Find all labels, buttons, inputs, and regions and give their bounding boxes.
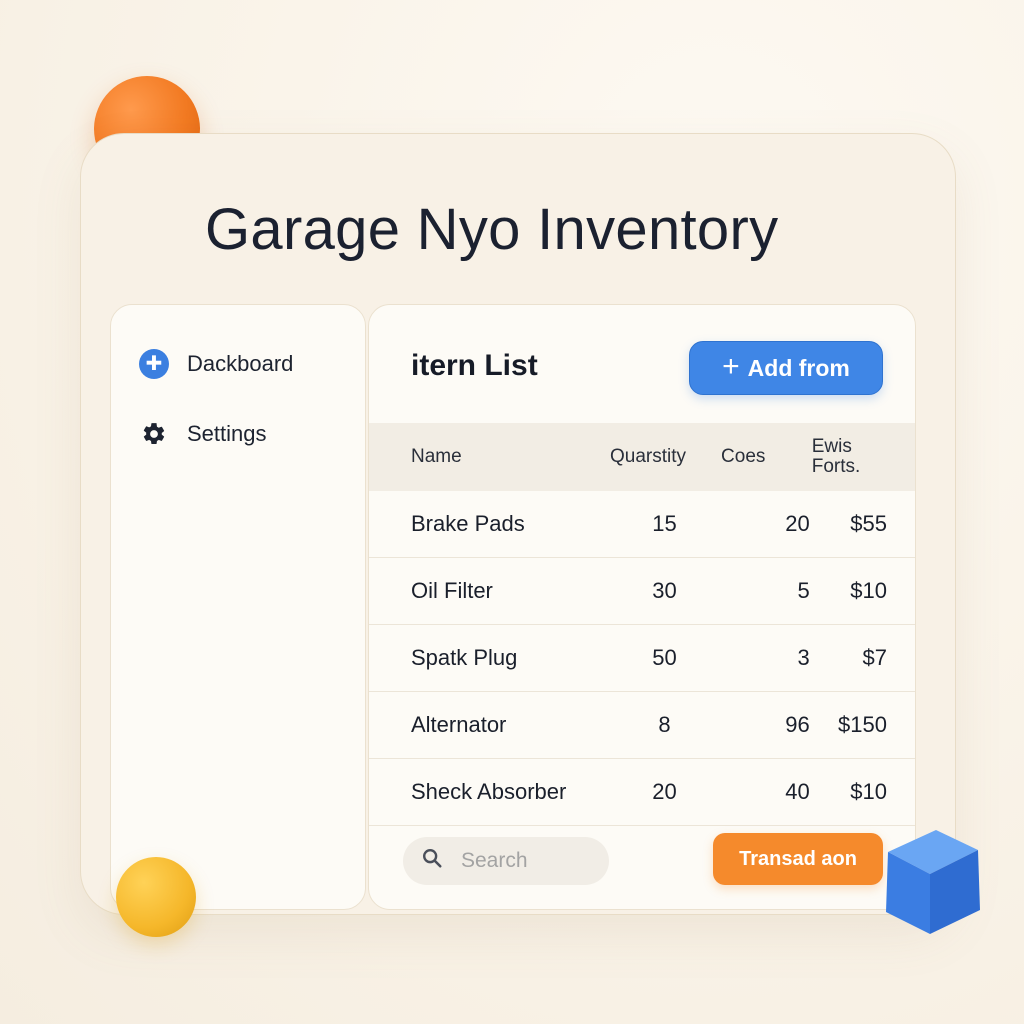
column-header-price-line1: Ewis: [811, 436, 852, 457]
stage: Garage Nyo Inventory ✚ Dackboard Setting…: [0, 0, 1024, 1024]
column-header-quantity[interactable]: Quarstity: [609, 423, 721, 491]
table-row[interactable]: Spatk Plug 50 3 $7: [369, 624, 915, 692]
cell-quantity: 15: [609, 491, 721, 558]
table-row[interactable]: Brake Pads 15 20 $55: [369, 491, 915, 558]
search-box[interactable]: [403, 837, 609, 885]
cell-name: Spatk Plug: [369, 624, 610, 692]
app-title: Garage Nyo Inventory: [205, 197, 779, 262]
cell-cost: 96: [720, 691, 811, 759]
table-header-row: Name Quarstity Coes Ewis Forts.: [369, 423, 915, 491]
column-header-name[interactable]: Name: [369, 423, 610, 491]
gear-icon: [139, 419, 169, 449]
yellow-sphere-decoration: [116, 857, 196, 937]
table-row[interactable]: Oil Filter 30 5 $10: [369, 557, 915, 625]
sidebar-item-label: Settings: [187, 421, 267, 446]
cell-price: $10: [810, 557, 915, 625]
cell-price: $7: [810, 624, 915, 692]
search-icon: [421, 847, 443, 875]
column-header-price-line2: Forts.: [811, 456, 861, 477]
add-from-button-label: Add from: [747, 354, 850, 381]
cell-name: Oil Filter: [369, 557, 610, 625]
table-row[interactable]: Alternator 8 96 $150: [369, 691, 915, 759]
cell-quantity: 50: [609, 624, 721, 692]
sidebar-item-settings[interactable]: Settings: [139, 419, 267, 449]
cell-name: Alternator: [369, 691, 610, 759]
cell-cost: 3: [720, 624, 811, 692]
cell-cost: 5: [720, 557, 811, 625]
cell-name: Sheck Absorber: [369, 758, 610, 826]
cell-quantity: 20: [609, 758, 721, 826]
column-header-price[interactable]: Ewis Forts.: [810, 423, 915, 491]
table-row[interactable]: Sheck Absorber 20 40 $10: [369, 758, 915, 826]
cell-price: $55: [810, 491, 915, 558]
blue-cube-decoration: [886, 830, 980, 934]
plus-icon: +: [722, 349, 740, 383]
column-header-cost[interactable]: Coes: [720, 423, 811, 491]
sidebar-item-label: Dackboard: [187, 351, 294, 376]
cell-quantity: 30: [609, 557, 721, 625]
inventory-table: Name Quarstity Coes Ewis Forts. Brake Pa…: [369, 423, 915, 826]
dashboard-icon: ✚: [139, 349, 169, 379]
cell-quantity: 8: [609, 691, 721, 759]
cell-cost: 20: [720, 491, 811, 558]
cell-name: Brake Pads: [369, 491, 610, 558]
section-title: itern List: [411, 349, 538, 382]
cell-price: $150: [810, 691, 915, 759]
main-panel: itern List + Add from Name Quarstity Coe…: [368, 304, 916, 910]
add-from-button[interactable]: + Add from: [689, 341, 883, 395]
search-input[interactable]: [459, 848, 583, 874]
transaction-button[interactable]: Transad aon: [713, 833, 883, 885]
sidebar: ✚ Dackboard Settings: [110, 304, 366, 910]
cell-cost: 40: [720, 758, 811, 826]
sidebar-item-dashboard[interactable]: ✚ Dackboard: [139, 349, 293, 379]
